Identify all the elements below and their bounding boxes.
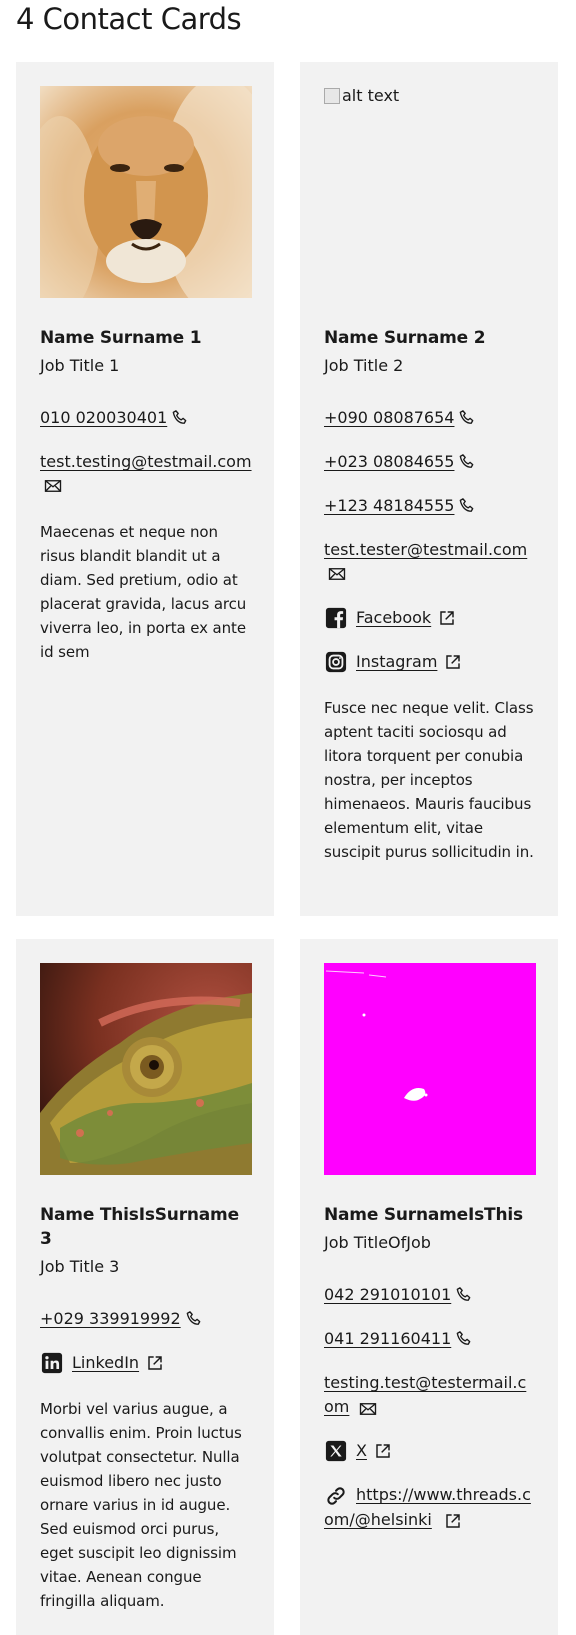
social-row-linkedin: LinkedIn [40, 1351, 250, 1375]
external-link-icon [373, 1441, 393, 1461]
facebook-icon [324, 606, 348, 630]
phone-icon [170, 408, 190, 428]
phone-icon [457, 496, 477, 516]
threads-link[interactable]: https://www.threads.com/@helsinki [324, 1485, 531, 1529]
phone-link[interactable]: +123 48184555 [324, 494, 454, 518]
x-link[interactable]: X [356, 1439, 367, 1463]
phone-link[interactable]: 041 291160411 [324, 1327, 451, 1351]
phone-link[interactable]: +029 339919992 [40, 1307, 181, 1331]
instagram-link[interactable]: Instagram [356, 650, 437, 674]
contact-photo-lion [40, 86, 252, 298]
external-link-icon [437, 608, 457, 628]
envelope-icon [358, 1399, 378, 1419]
page-title: 4 Contact Cards [16, 2, 242, 36]
email-link[interactable]: testing.test@testermail.com [324, 1373, 526, 1416]
phone-icon [457, 408, 477, 428]
envelope-icon [328, 566, 348, 586]
phone-row: 042 291010101 [324, 1283, 534, 1307]
phone-icon [454, 1285, 474, 1305]
facebook-link[interactable]: Facebook [356, 606, 431, 630]
phone-link[interactable]: +090 08087654 [324, 406, 454, 430]
phone-icon [454, 1329, 474, 1349]
phone-row: +123 48184555 [324, 494, 534, 518]
contact-card: alt text Name Surname 2 Job Title 2 +090… [300, 62, 558, 916]
contact-name: Name Surname 2 [324, 328, 486, 348]
contact-photo-broken: alt text [324, 86, 536, 298]
phone-row: 010 020030401 [40, 406, 250, 430]
envelope-icon [44, 478, 64, 498]
phone-icon [184, 1309, 204, 1329]
email-link[interactable]: test.tester@testmail.com [324, 540, 527, 559]
contact-job-title: Job Title 1 [40, 356, 120, 375]
phone-link[interactable]: +023 08084655 [324, 450, 454, 474]
phone-row: +090 08087654 [324, 406, 534, 430]
external-link-icon [443, 652, 463, 672]
image-alt-text: alt text [342, 86, 400, 105]
contact-photo-magenta [324, 963, 536, 1175]
contact-name: Name ThisIsSurname 3 [40, 1205, 239, 1249]
x-icon [324, 1439, 348, 1463]
contact-photo-chameleon [40, 963, 252, 1175]
contact-description: Maecenas et neque non risus blandit blan… [40, 523, 247, 661]
social-row-facebook: Facebook [324, 606, 534, 630]
contact-name: Name Surname 1 [40, 328, 202, 348]
email-row: testing.test@testermail.com [324, 1371, 534, 1419]
email-link[interactable]: test.testing@testmail.com [40, 452, 252, 471]
contact-job-title: Job Title 3 [40, 1257, 120, 1276]
contact-description: Morbi vel varius augue, a convallis enim… [40, 1400, 242, 1610]
contact-job-title: Job Title 2 [324, 356, 404, 375]
phone-row: +023 08084655 [324, 450, 534, 474]
phone-row: 041 291160411 [324, 1327, 534, 1351]
link-icon [324, 1484, 348, 1508]
contact-card: Name Surname 1 Job Title 1 010 020030401… [16, 62, 274, 916]
linkedin-icon [40, 1351, 64, 1375]
email-row: test.tester@testmail.com [324, 538, 534, 586]
phone-link[interactable]: 010 020030401 [40, 406, 167, 430]
phone-row: +029 339919992 [40, 1307, 250, 1331]
phone-icon [457, 452, 477, 472]
social-row-threads: https://www.threads.com/@helsinki [324, 1483, 534, 1532]
social-row-instagram: Instagram [324, 650, 534, 674]
external-link-icon [145, 1353, 165, 1373]
contact-job-title: Job TitleOfJob [324, 1233, 431, 1252]
contact-card: Name SurnameIsThis Job TitleOfJob 042 29… [300, 939, 558, 1635]
linkedin-link[interactable]: LinkedIn [72, 1351, 139, 1375]
email-row: test.testing@testmail.com [40, 450, 252, 498]
contact-description: Fusce nec neque velit. Class aptent taci… [324, 699, 534, 861]
instagram-icon [324, 650, 348, 674]
contact-card: Name ThisIsSurname 3 Job Title 3 +029 33… [16, 939, 274, 1635]
contact-name: Name SurnameIsThis [324, 1205, 523, 1225]
phone-link[interactable]: 042 291010101 [324, 1283, 451, 1307]
social-row-x: X [324, 1439, 534, 1463]
external-link-icon [443, 1511, 463, 1531]
broken-image-icon [324, 87, 340, 104]
